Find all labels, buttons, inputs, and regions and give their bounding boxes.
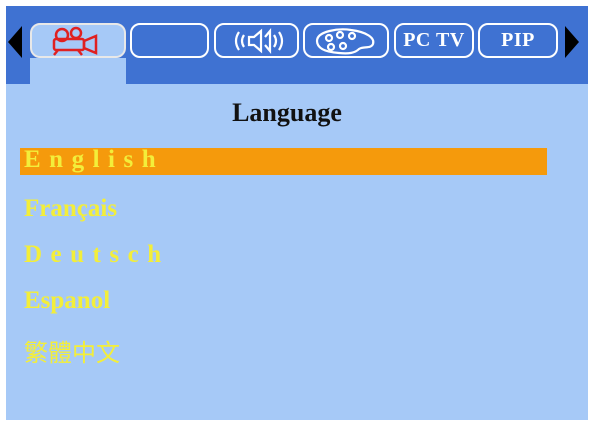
palette-icon: [315, 27, 375, 54]
language-item-english[interactable]: English: [24, 146, 164, 174]
speaker-icon: [234, 27, 283, 54]
language-item-deutsch[interactable]: Deutsch: [24, 241, 170, 269]
tab-picture[interactable]: [30, 23, 126, 58]
tab-sound[interactable]: [214, 23, 299, 58]
active-tab-connector: [30, 58, 126, 84]
left-arrow-icon[interactable]: [8, 26, 22, 58]
osd-menu: PC TV PIP Language English Français Deut…: [6, 6, 588, 420]
tab-color[interactable]: [303, 23, 389, 58]
language-item-francais[interactable]: Français: [24, 195, 117, 223]
projector-icon: [52, 26, 98, 56]
language-item-chinese[interactable]: 繁體中文: [24, 333, 120, 368]
tab-blank[interactable]: [130, 23, 209, 58]
page-title: Language: [232, 98, 342, 127]
language-item-espanol[interactable]: Espanol: [24, 287, 110, 315]
right-arrow-icon[interactable]: [565, 26, 579, 58]
tab-pc-tv[interactable]: PC TV: [394, 23, 474, 58]
menu-tab-bar: PC TV PIP: [6, 6, 588, 84]
tab-pip[interactable]: PIP: [478, 23, 558, 58]
